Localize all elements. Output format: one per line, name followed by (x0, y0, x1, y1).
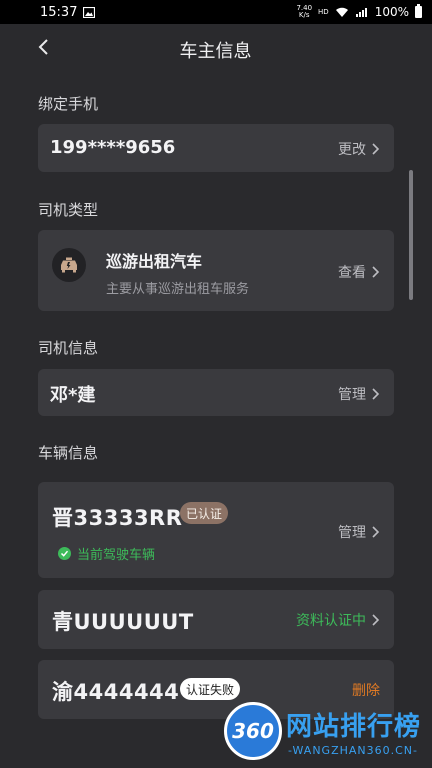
vehicle-plate: 渝4444444 (52, 680, 180, 704)
view-driver-type-label: 查看 (338, 265, 366, 281)
status-bar: 15:37 7.40 K/s HD 100% (0, 0, 432, 24)
manage-vehicle-button[interactable]: 管理 (338, 522, 380, 542)
view-driver-type-button[interactable]: 查看 (338, 262, 380, 282)
phone-section-label: 绑定手机 (38, 95, 99, 113)
chevron-right-icon (372, 614, 380, 626)
driver-type-subtitle: 主要从事巡游出租车服务 (106, 282, 250, 297)
battery-icon (415, 4, 422, 18)
vehicle-card[interactable]: 青UUUUUUT 资料认证中 (38, 590, 394, 649)
driver-info-section-label: 司机信息 (38, 339, 99, 357)
hd-indicator: HD (318, 8, 329, 16)
watermark-domain: -WANGZHAN360.CN- (288, 744, 419, 757)
watermark-site-name: 网站排行榜 (286, 712, 422, 742)
manage-driver-button[interactable]: 管理 (338, 384, 380, 404)
driver-type-card[interactable]: 巡游出租汽车 主要从事巡游出租车服务 查看 (38, 230, 394, 311)
check-circle-icon (58, 547, 71, 560)
nav-bar: 车主信息 (18, 24, 413, 72)
image-notification-icon (83, 6, 96, 18)
chevron-right-icon (372, 143, 380, 155)
verification-pending-label: 资料认证中 (296, 613, 366, 629)
verified-badge: 已认证 (180, 502, 229, 524)
battery-percent: 100% (374, 5, 409, 19)
driver-name: 邓*建 (50, 385, 96, 406)
page-title: 车主信息 (179, 41, 252, 62)
scrollbar[interactable] (409, 170, 413, 300)
signal-icon (355, 7, 367, 17)
net-speed-unit: K/s (298, 11, 310, 19)
chevron-right-icon (372, 388, 380, 400)
change-phone-button[interactable]: 更改 (338, 139, 380, 159)
vehicle-plate: 青UUUUUUT (52, 610, 194, 634)
driver-info-card[interactable]: 邓*建 管理 (38, 369, 394, 416)
current-vehicle-tag: 当前驾驶车辆 (58, 544, 155, 563)
vehicle-plate: 晋33333RR (52, 506, 183, 530)
taxi-icon (52, 248, 86, 282)
driver-type-title: 巡游出租汽车 (106, 252, 203, 271)
manage-vehicle-label: 管理 (338, 525, 366, 541)
wifi-icon (335, 7, 348, 17)
current-vehicle-label: 当前驾驶车辆 (77, 548, 156, 563)
vehicle-card[interactable]: 晋33333RR 已认证 当前驾驶车辆 管理 (38, 482, 394, 578)
status-time: 15:37 (40, 4, 78, 20)
chevron-right-icon (372, 266, 380, 278)
phone-number: 199****9656 (50, 137, 176, 158)
driver-type-section-label: 司机类型 (38, 201, 99, 219)
vehicle-section-label: 车辆信息 (38, 444, 99, 462)
change-phone-label: 更改 (338, 142, 366, 158)
app-screen: 车主信息 绑定手机 199****9656 更改 司机类型 巡游出租汽车 主要从… (18, 24, 413, 768)
phone-card[interactable]: 199****9656 更改 (38, 124, 394, 172)
watermark: 360 网站排行榜 -WANGZHAN360.CN- (222, 696, 432, 768)
watermark-logo: 360 (224, 702, 282, 760)
manage-driver-label: 管理 (338, 387, 366, 403)
vehicle-status[interactable]: 资料认证中 (296, 610, 380, 630)
chevron-right-icon (372, 526, 380, 538)
net-speed: 7.40 K/s (296, 5, 312, 19)
